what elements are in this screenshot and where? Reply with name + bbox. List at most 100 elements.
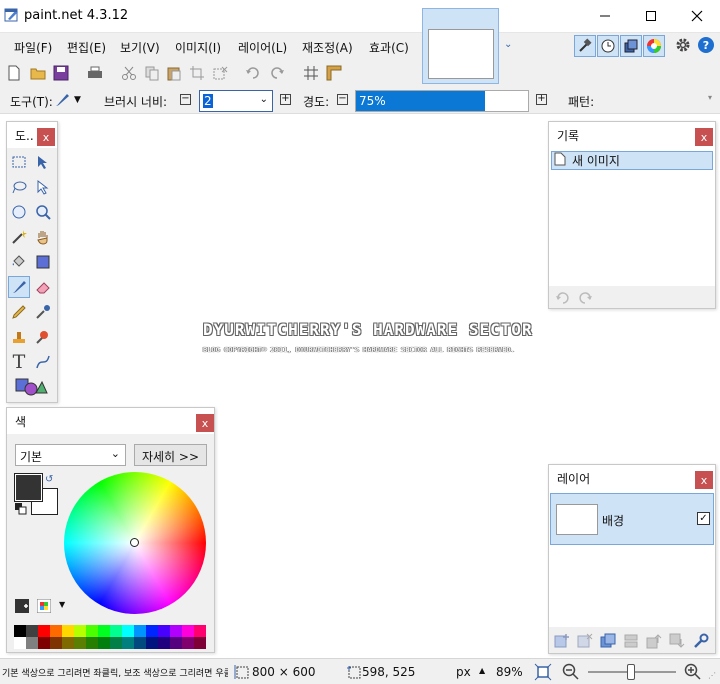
layer-visibility-checkbox[interactable]: ✓ bbox=[697, 512, 710, 525]
menu-effects[interactable]: 효과(C) bbox=[369, 39, 409, 56]
palette-swatch[interactable] bbox=[194, 637, 206, 649]
layer-row[interactable]: 배경 ✓ bbox=[550, 493, 714, 545]
reset-colors-icon[interactable] bbox=[15, 503, 27, 518]
zoom-slider-thumb[interactable] bbox=[627, 664, 635, 680]
palette-swatch[interactable] bbox=[62, 625, 74, 637]
redo-icon[interactable] bbox=[577, 291, 593, 308]
chevron-up-icon[interactable]: ▲ bbox=[479, 666, 485, 675]
palette-menu-icon[interactable] bbox=[36, 598, 52, 616]
palette-swatch[interactable] bbox=[38, 625, 50, 637]
layers-toggle-icon[interactable] bbox=[620, 35, 642, 57]
overflow-icon[interactable]: ▾ bbox=[708, 93, 712, 102]
color-picker-icon[interactable] bbox=[32, 301, 54, 323]
menu-file[interactable]: 파일(F) bbox=[14, 39, 52, 56]
magic-wand-icon[interactable] bbox=[8, 226, 30, 248]
copy-icon[interactable] bbox=[143, 64, 161, 82]
delete-layer-icon[interactable] bbox=[577, 633, 593, 652]
menu-adjustments[interactable]: 재조정(A) bbox=[302, 39, 353, 56]
zoom-in-icon[interactable] bbox=[684, 663, 702, 684]
ruler-icon[interactable] bbox=[325, 64, 343, 82]
move-selection-icon[interactable] bbox=[32, 176, 54, 198]
palette-swatch[interactable] bbox=[110, 625, 122, 637]
move-layer-up-icon[interactable] bbox=[646, 633, 662, 652]
palette-swatch[interactable] bbox=[182, 637, 194, 649]
pencil-icon[interactable] bbox=[8, 301, 30, 323]
minimize-button[interactable] bbox=[582, 0, 628, 32]
palette-swatch[interactable] bbox=[146, 637, 158, 649]
color-wheel[interactable] bbox=[64, 472, 206, 614]
pan-icon[interactable] bbox=[32, 226, 54, 248]
chevron-down-icon[interactable]: ⌄ bbox=[504, 39, 512, 50]
decrease-hardness-button[interactable]: − bbox=[337, 94, 348, 105]
crop-icon[interactable] bbox=[188, 64, 206, 82]
palette-swatch[interactable] bbox=[50, 625, 62, 637]
image-thumbnail-tab[interactable] bbox=[422, 8, 499, 84]
close-button[interactable] bbox=[674, 0, 720, 32]
paintbrush-icon[interactable] bbox=[8, 276, 30, 298]
paint-bucket-icon[interactable] bbox=[8, 251, 30, 273]
palette-swatch[interactable] bbox=[86, 625, 98, 637]
zoom-out-icon[interactable] bbox=[562, 663, 580, 684]
undo-icon[interactable] bbox=[555, 291, 571, 308]
palette-swatch[interactable] bbox=[50, 637, 62, 649]
chevron-down-icon[interactable]: ▼ bbox=[59, 600, 65, 609]
palette-swatch[interactable] bbox=[170, 625, 182, 637]
palette-swatch[interactable] bbox=[14, 625, 26, 637]
layers-panel-close-button[interactable]: x bbox=[695, 471, 713, 489]
palette-swatch[interactable] bbox=[122, 637, 134, 649]
palette-swatch[interactable] bbox=[170, 637, 182, 649]
palette-swatch[interactable] bbox=[134, 625, 146, 637]
move-layer-down-icon[interactable] bbox=[669, 633, 685, 652]
new-file-icon[interactable] bbox=[5, 64, 23, 82]
palette-swatch[interactable] bbox=[26, 637, 38, 649]
history-item[interactable]: 새 이미지 bbox=[551, 151, 713, 170]
palette-swatch[interactable] bbox=[74, 625, 86, 637]
palette-swatch[interactable] bbox=[194, 625, 206, 637]
shapes-icon[interactable] bbox=[14, 376, 48, 398]
save-icon[interactable] bbox=[52, 64, 70, 82]
increase-hardness-button[interactable]: + bbox=[536, 94, 547, 105]
palette-swatch[interactable] bbox=[110, 637, 122, 649]
rectangle-select-icon[interactable] bbox=[8, 151, 30, 173]
help-icon[interactable]: ? bbox=[698, 37, 714, 53]
move-selected-icon[interactable] bbox=[32, 151, 54, 173]
color-wheel-handle[interactable] bbox=[130, 538, 139, 547]
hardness-slider[interactable]: 75% bbox=[355, 90, 529, 112]
text-icon[interactable]: T bbox=[8, 351, 30, 373]
palette-swatch[interactable] bbox=[62, 637, 74, 649]
primary-color-swatch[interactable] bbox=[14, 473, 43, 502]
zoom-fit-icon[interactable] bbox=[534, 663, 552, 684]
units-select[interactable]: px bbox=[456, 665, 471, 679]
gradient-icon[interactable] bbox=[32, 251, 54, 273]
layer-properties-icon[interactable] bbox=[693, 633, 709, 652]
menu-edit[interactable]: 편집(E) bbox=[67, 39, 106, 56]
eraser-icon[interactable] bbox=[32, 276, 54, 298]
colors-toggle-icon[interactable] bbox=[643, 35, 665, 57]
zoom-icon[interactable] bbox=[32, 201, 54, 223]
palette-swatch[interactable] bbox=[86, 637, 98, 649]
add-layer-icon[interactable] bbox=[554, 633, 570, 652]
add-color-icon[interactable] bbox=[15, 599, 29, 616]
undo-icon[interactable] bbox=[244, 64, 262, 82]
history-toggle-icon[interactable] bbox=[597, 35, 619, 57]
zoom-level[interactable]: 89% bbox=[496, 665, 523, 679]
menu-image[interactable]: 이미지(I) bbox=[175, 39, 221, 56]
duplicate-layer-icon[interactable] bbox=[600, 633, 616, 652]
palette-swatch[interactable] bbox=[98, 637, 110, 649]
palette-swatch[interactable] bbox=[26, 625, 38, 637]
increase-width-button[interactable]: + bbox=[280, 94, 291, 105]
merge-layer-down-icon[interactable] bbox=[623, 633, 639, 652]
paste-icon[interactable] bbox=[165, 64, 183, 82]
palette-swatch[interactable] bbox=[74, 637, 86, 649]
tool-picker[interactable]: ▼ bbox=[54, 91, 88, 109]
lasso-select-icon[interactable] bbox=[8, 176, 30, 198]
palette-swatch[interactable] bbox=[182, 625, 194, 637]
tools-panel-close-button[interactable]: x bbox=[37, 128, 55, 146]
maximize-button[interactable] bbox=[628, 0, 674, 32]
ellipse-select-icon[interactable] bbox=[8, 201, 30, 223]
palette-swatch[interactable] bbox=[14, 637, 26, 649]
palette-swatch[interactable] bbox=[158, 625, 170, 637]
history-panel-close-button[interactable]: x bbox=[695, 128, 713, 146]
deselect-icon[interactable] bbox=[211, 64, 229, 82]
recolor-icon[interactable] bbox=[32, 326, 54, 348]
